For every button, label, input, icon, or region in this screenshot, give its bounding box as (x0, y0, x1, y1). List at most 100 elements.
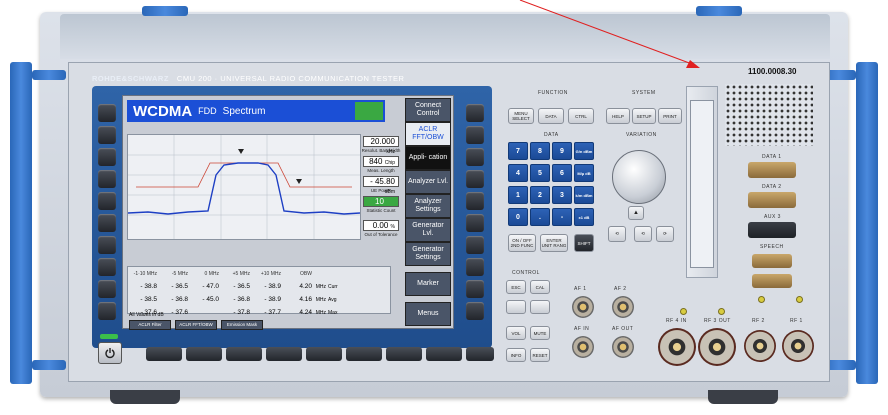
rotary-knob[interactable] (612, 150, 666, 204)
key-9[interactable]: 9 (552, 142, 572, 160)
left-softkey-1[interactable] (98, 104, 116, 122)
tab-emission-mask[interactable]: Emission Mask (221, 320, 263, 330)
reset-key[interactable]: RESET (530, 348, 550, 362)
left-softkey-2[interactable] (98, 126, 116, 144)
data-key[interactable]: DATA (538, 108, 564, 124)
right-softkey-2[interactable] (466, 126, 484, 144)
readout-res-bw[interactable]: 20.000 kHz (363, 136, 399, 155)
menu-generator-settings[interactable]: Generator Settings (405, 242, 451, 266)
left-softkey-9[interactable] (98, 280, 116, 298)
left-softkey-8[interactable] (98, 258, 116, 276)
key-6[interactable]: 6 (552, 164, 572, 182)
menu-menus[interactable]: Menus (405, 302, 451, 326)
esc-key[interactable]: ESC (506, 280, 526, 294)
data2-port[interactable] (748, 192, 796, 208)
af2-connector[interactable] (612, 296, 634, 318)
control-key-3[interactable] (506, 300, 526, 314)
rf4-in-connector[interactable] (658, 328, 696, 366)
rf1-connector[interactable] (782, 330, 814, 362)
bottom-softkey-7[interactable] (386, 347, 422, 361)
readout-stat-count[interactable]: 10 (363, 196, 399, 207)
key-3[interactable]: 3 (552, 186, 572, 204)
bottom-softkey-9[interactable] (466, 347, 494, 361)
af1-connector[interactable] (572, 296, 594, 318)
arrow-up-key[interactable]: ▲ (628, 206, 644, 220)
left-softkey-7[interactable] (98, 236, 116, 254)
menu-select-key[interactable]: MENU SELECT (508, 108, 534, 124)
arrow-left-key[interactable]: ⟲ (608, 226, 626, 242)
menu-analyzer-settings[interactable]: Analyzer Settings (405, 194, 451, 218)
rf3-out-connector[interactable] (698, 328, 736, 366)
right-softkey-10[interactable] (466, 302, 484, 320)
bottom-softkey-3[interactable] (226, 347, 262, 361)
ctrl-key[interactable]: CTRL (568, 108, 594, 124)
data1-port[interactable] (748, 162, 796, 178)
menu-marker[interactable]: Marker (405, 272, 451, 296)
right-softkey-1[interactable] (466, 104, 484, 122)
unit-key-x1[interactable]: x1 dB (574, 208, 594, 226)
caption-out-of-tolerance: Out of Tolerance (364, 232, 398, 237)
unit-key-m[interactable]: M/µ dB (574, 164, 594, 182)
left-softkey-10[interactable] (98, 302, 116, 320)
right-softkey-8[interactable] (466, 258, 484, 276)
bottom-softkey-4[interactable] (266, 347, 302, 361)
arrow-right-key[interactable]: ⟳ (656, 226, 674, 242)
right-softkey-3[interactable] (466, 148, 484, 166)
left-softkey-4[interactable] (98, 170, 116, 188)
key-5[interactable]: 5 (530, 164, 550, 182)
power-button[interactable] (98, 342, 122, 364)
key-0[interactable]: 0 (508, 208, 528, 226)
bottom-softkey-6[interactable] (346, 347, 382, 361)
mute-key[interactable]: MUTE (530, 326, 550, 340)
cal-key[interactable]: CAL (530, 280, 550, 294)
af-out-connector[interactable] (612, 336, 634, 358)
right-softkey-9[interactable] (466, 280, 484, 298)
readout-out-of-tolerance[interactable]: 0.00 % (363, 220, 399, 231)
on-off-key[interactable]: ON / OFF 2ND FUNC (508, 234, 536, 252)
tab-aclr-fft-obw[interactable]: ACLR FFT/OBW (175, 320, 217, 330)
bottom-softkey-5[interactable] (306, 347, 342, 361)
help-key[interactable]: HELP (606, 108, 630, 124)
menu-application[interactable]: Appli- cation (405, 146, 451, 170)
info-key[interactable]: INFO (506, 348, 526, 362)
key-decimal[interactable]: . (530, 208, 550, 226)
speech-port[interactable] (752, 254, 792, 268)
key-4[interactable]: 4 (508, 164, 528, 182)
tab-aclr-filter[interactable]: ACLR Filter (129, 320, 171, 330)
left-softkey-6[interactable] (98, 214, 116, 232)
print-key[interactable]: PRINT (658, 108, 682, 124)
control-key-4[interactable] (530, 300, 550, 314)
key-minus[interactable]: - (552, 208, 572, 226)
unit-key-g[interactable]: G/n dBm (574, 142, 594, 160)
vol-key[interactable]: VOL (506, 326, 526, 340)
left-softkey-3[interactable] (98, 148, 116, 166)
right-softkey-4[interactable] (466, 170, 484, 188)
variation-label: VARIATION (626, 132, 657, 138)
key-8[interactable]: 8 (530, 142, 550, 160)
bottom-softkey-2[interactable] (186, 347, 222, 361)
right-softkey-5[interactable] (466, 192, 484, 210)
right-softkey-7[interactable] (466, 236, 484, 254)
shift-key[interactable]: SHIFT (574, 234, 594, 252)
af-in-connector[interactable] (572, 336, 594, 358)
aux3-port[interactable] (748, 222, 796, 238)
readout-ue-power[interactable]: - 45.80 dBm (363, 176, 399, 195)
setup-key[interactable]: SETUP (632, 108, 656, 124)
menu-analyzer-level[interactable]: Analyzer Lvl. (405, 170, 451, 194)
enter-key[interactable]: ENTER UNIT RANG (540, 234, 568, 252)
menu-generator-level[interactable]: Generator Lvl. (405, 218, 451, 242)
key-7[interactable]: 7 (508, 142, 528, 160)
unit-key-k[interactable]: k/m dBm (574, 186, 594, 204)
menu-connect-control[interactable]: Connect Control (405, 98, 451, 122)
right-softkey-6[interactable] (466, 214, 484, 232)
key-1[interactable]: 1 (508, 186, 528, 204)
menu-aclr-fft-obw[interactable]: ACLR FFT/OBW (405, 122, 451, 146)
left-softkey-5[interactable] (98, 192, 116, 210)
key-2[interactable]: 2 (530, 186, 550, 204)
arrow-center-key[interactable]: ⟲ (634, 226, 652, 242)
bottom-softkey-8[interactable] (426, 347, 462, 361)
bottom-softkey-1[interactable] (146, 347, 182, 361)
readout-meas-length[interactable]: 840 Chip (363, 156, 399, 167)
aux4-port[interactable] (752, 274, 792, 288)
rf2-connector[interactable] (744, 330, 776, 362)
